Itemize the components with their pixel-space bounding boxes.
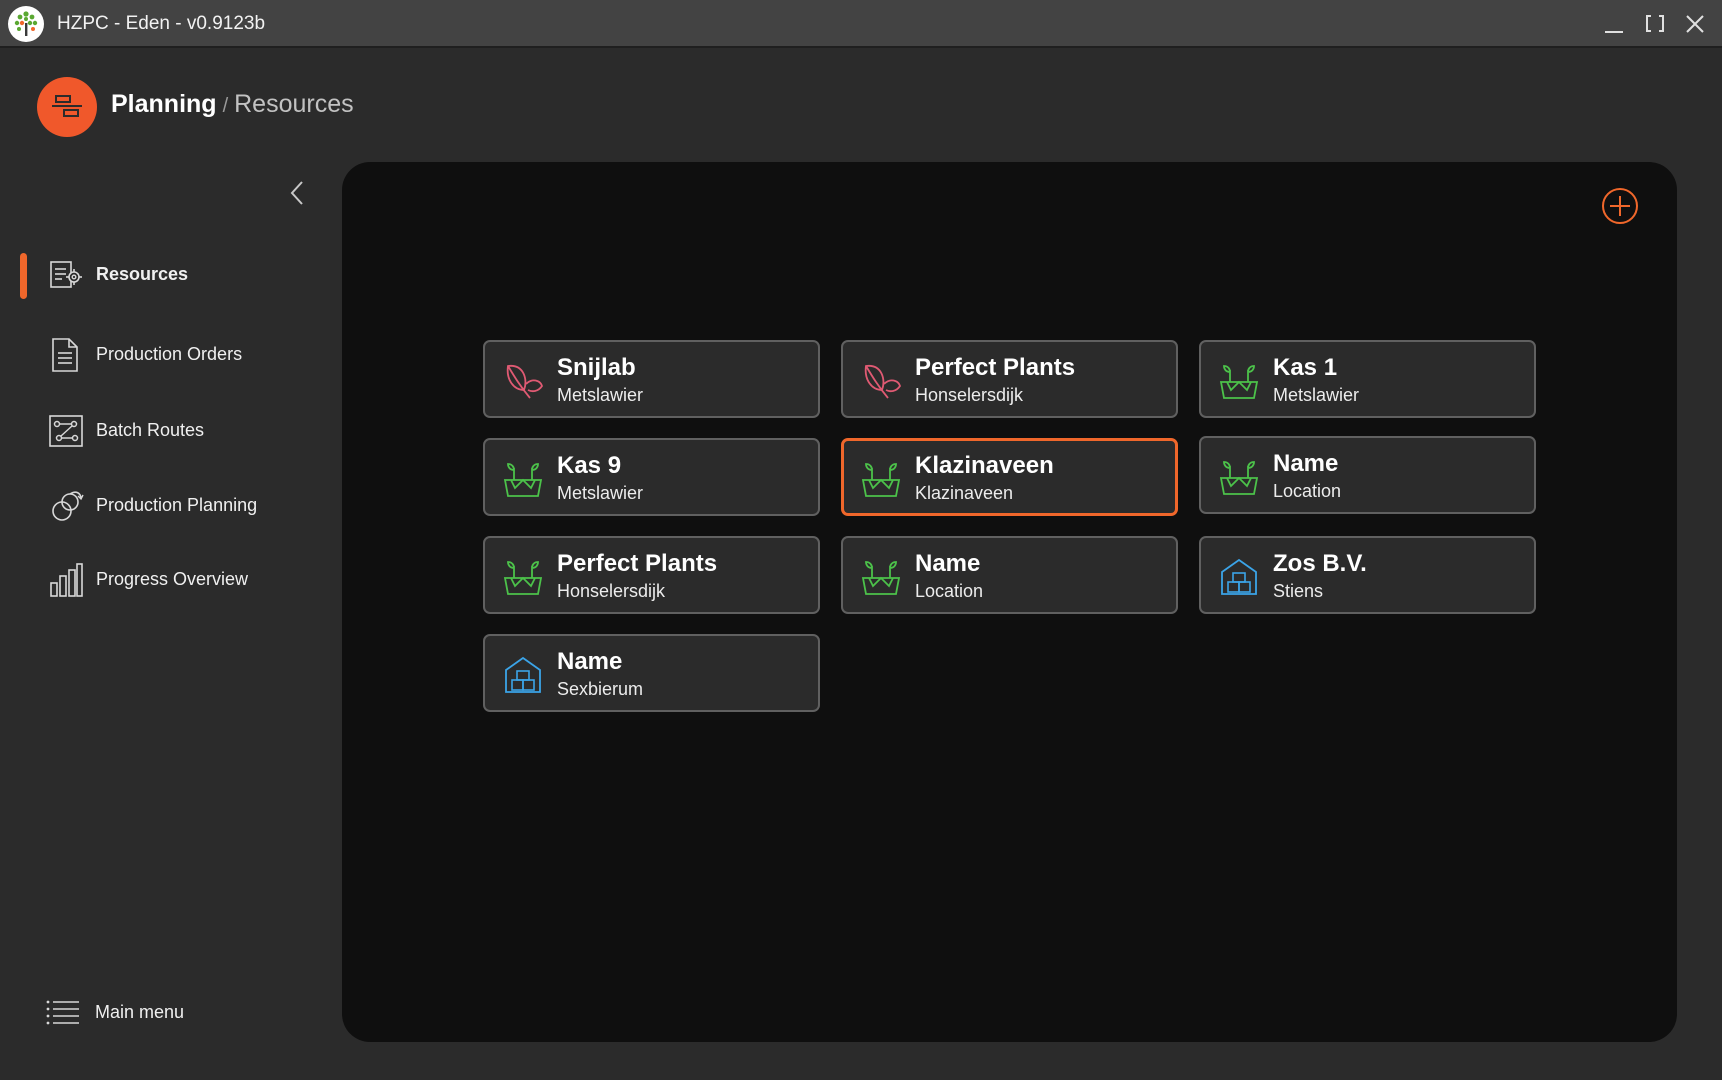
main-menu-label: Main menu [95,1002,185,1022]
resource-location: Klazinaveen [915,483,1014,503]
sidebar-item-label: Progress Overview [96,569,249,589]
warehouse-icon [1218,556,1260,598]
plus-circle-icon[interactable] [1600,186,1640,226]
sidebar-item-label: Production Orders [96,344,243,364]
seedling-pot-icon [860,556,902,598]
window-title: HZPC - Eden - v0.9123b [57,13,266,34]
seedling-pot-icon [860,458,902,500]
sidebar-item-production-orders[interactable]: Production Orders [20,333,310,389]
title-bar: HZPC - Eden - v0.9123b [0,0,1722,48]
resource-card[interactable]: Name Location [1199,436,1536,514]
minimize-icon[interactable] [1601,11,1627,37]
resource-location: Sexbierum [557,679,644,699]
leaf-icon [860,360,902,402]
warehouse-icon [502,654,544,696]
resource-card[interactable]: Snijlab Metslawier [483,340,820,418]
seedling-pot-icon [1218,456,1260,498]
resource-card[interactable]: Perfect Plants Honselersdijk [483,536,820,614]
resource-name: Name [1273,450,1339,477]
sidebar-item-label: Batch Routes [96,420,205,440]
bar-chart-icon [48,562,84,598]
resource-location: Honselersdijk [557,581,666,601]
resource-name: Perfect Plants [915,354,1076,381]
resource-location: Location [1273,481,1342,501]
planning-icon [37,77,97,137]
resource-name: Kas 1 [1273,354,1338,381]
main-menu-button[interactable]: Main menu [46,995,246,1031]
sidebar-item-progress-overview[interactable]: Progress Overview [20,558,310,614]
resource-location: Metslawier [1273,385,1360,405]
list-menu-icon [46,999,80,1027]
sidebar-item-resources[interactable]: Resources [20,253,310,309]
resource-card-selected[interactable]: Klazinaveen Klazinaveen [841,438,1178,516]
seedling-pot-icon [502,556,544,598]
breadcrumb-separator: / [222,95,229,117]
resource-name: Klazinaveen [915,452,1054,479]
resource-location: Metslawier [557,385,644,405]
breadcrumb-module[interactable]: Planning [111,90,217,118]
sidebar-item-batch-routes[interactable]: Batch Routes [20,409,310,465]
resource-card[interactable]: Perfect Plants Honselersdijk [841,340,1178,418]
active-indicator [20,253,27,299]
sidebar-item-label: Resources [96,264,189,284]
resource-card[interactable]: Kas 1 Metslawier [1199,340,1536,418]
resources-icon [48,257,84,293]
sidebar-item-production-planning[interactable]: Production Planning [20,484,310,540]
resource-location: Honselersdijk [915,385,1024,405]
leaf-icon [502,360,544,402]
resource-name: Snijlab [557,354,636,381]
resource-location: Metslawier [557,483,644,503]
resource-card[interactable]: Name Location [841,536,1178,614]
maximize-icon[interactable] [1642,11,1668,37]
resource-name: Perfect Plants [557,550,718,577]
breadcrumb-page: Resources [234,90,354,118]
resource-name: Zos B.V. [1273,550,1367,577]
seedling-pot-icon [502,458,544,500]
resource-name: Name [557,648,623,675]
seedling-pot-icon [1218,360,1260,402]
resource-card[interactable]: Name Sexbierum [483,634,820,712]
resource-location: Location [915,581,984,601]
resource-card[interactable]: Zos B.V. Stiens [1199,536,1536,614]
breadcrumb: Planning / Resources [111,89,354,121]
document-icon [48,337,84,373]
sidebar-item-label: Production Planning [96,495,258,515]
routes-icon [48,413,84,449]
resource-name: Name [915,550,981,577]
planning-cycle-icon [48,488,84,524]
resource-location: Stiens [1273,581,1324,601]
resource-card[interactable]: Kas 9 Metslawier [483,438,820,516]
tree-logo-icon [8,6,44,42]
close-icon[interactable] [1682,11,1708,37]
resource-name: Kas 9 [557,452,622,479]
chevron-left-icon[interactable] [284,178,312,208]
